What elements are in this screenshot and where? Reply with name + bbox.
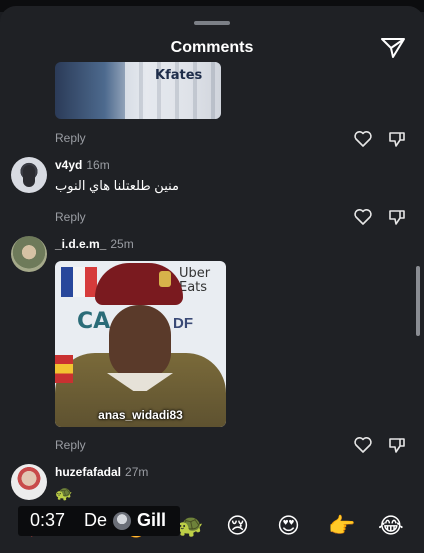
comment-text: 🐢 bbox=[55, 485, 73, 501]
emoji-heart-eyes[interactable]: 😍 bbox=[277, 514, 300, 540]
page-title: Comments bbox=[170, 39, 254, 56]
dislike-icon[interactable] bbox=[387, 207, 407, 227]
avatar[interactable] bbox=[11, 157, 47, 193]
username[interactable]: _i.d.e.m_ bbox=[55, 237, 106, 251]
comment-time: 25m bbox=[110, 237, 134, 251]
beret-badge bbox=[159, 271, 171, 287]
dislike-icon[interactable] bbox=[387, 129, 407, 149]
flag-stripe bbox=[61, 267, 73, 297]
comment-author[interactable]: v4yd 16m bbox=[55, 158, 110, 172]
dislike-icon[interactable] bbox=[387, 435, 407, 455]
sponsor-logo: DF bbox=[173, 315, 193, 332]
emoji-turtle[interactable]: 🐢 bbox=[176, 514, 203, 540]
reply-button[interactable]: Reply bbox=[55, 210, 86, 224]
comment-image[interactable]: Uber Eats CA DF anas_widadi83 bbox=[55, 261, 226, 427]
comment-time: 16m bbox=[86, 158, 110, 172]
reply-button[interactable]: Reply bbox=[55, 438, 86, 452]
overlay-name: Gill bbox=[137, 510, 167, 530]
flag-stripe bbox=[73, 267, 85, 297]
comment-image[interactable]: Kfates bbox=[55, 62, 221, 119]
username[interactable]: huzefafadal bbox=[55, 465, 121, 479]
sponsor-logo: Uber Eats bbox=[179, 266, 211, 295]
avatar-figure bbox=[23, 165, 35, 187]
heart-icon[interactable] bbox=[353, 207, 373, 227]
sponsor-logo: CA bbox=[77, 309, 111, 334]
comment-author[interactable]: _i.d.e.m_ 25m bbox=[55, 237, 134, 251]
heart-icon[interactable] bbox=[353, 129, 373, 149]
heart-icon[interactable] bbox=[353, 435, 373, 455]
flag-stripe bbox=[55, 355, 73, 383]
username[interactable]: v4yd bbox=[55, 158, 82, 172]
emoji-pointing-right[interactable]: 👉 bbox=[328, 514, 355, 540]
beret bbox=[95, 263, 183, 305]
video-timestamp: 0:37 bbox=[30, 510, 66, 530]
face bbox=[109, 305, 171, 379]
scrollbar[interactable] bbox=[416, 266, 420, 336]
comment-text: منين طلعتلنا هاي النوب bbox=[55, 178, 180, 193]
avatar[interactable] bbox=[11, 464, 47, 500]
comment-author[interactable]: huzefafadal 27m bbox=[55, 465, 148, 479]
overlay-text: De bbox=[84, 510, 108, 530]
emoji-crying[interactable]: 😢 bbox=[226, 514, 249, 540]
image-watermark: anas_widadi83 bbox=[98, 408, 183, 422]
comment-time: 27m bbox=[125, 465, 149, 479]
jersey-text: Kfates bbox=[155, 68, 203, 83]
emoji-laughing[interactable]: 😂 bbox=[378, 514, 404, 540]
paper-plane-icon[interactable] bbox=[380, 36, 406, 60]
overlay-avatar bbox=[113, 512, 131, 530]
drag-handle[interactable] bbox=[194, 21, 230, 25]
avatar[interactable] bbox=[11, 236, 47, 272]
reply-button[interactable]: Reply bbox=[55, 131, 86, 145]
